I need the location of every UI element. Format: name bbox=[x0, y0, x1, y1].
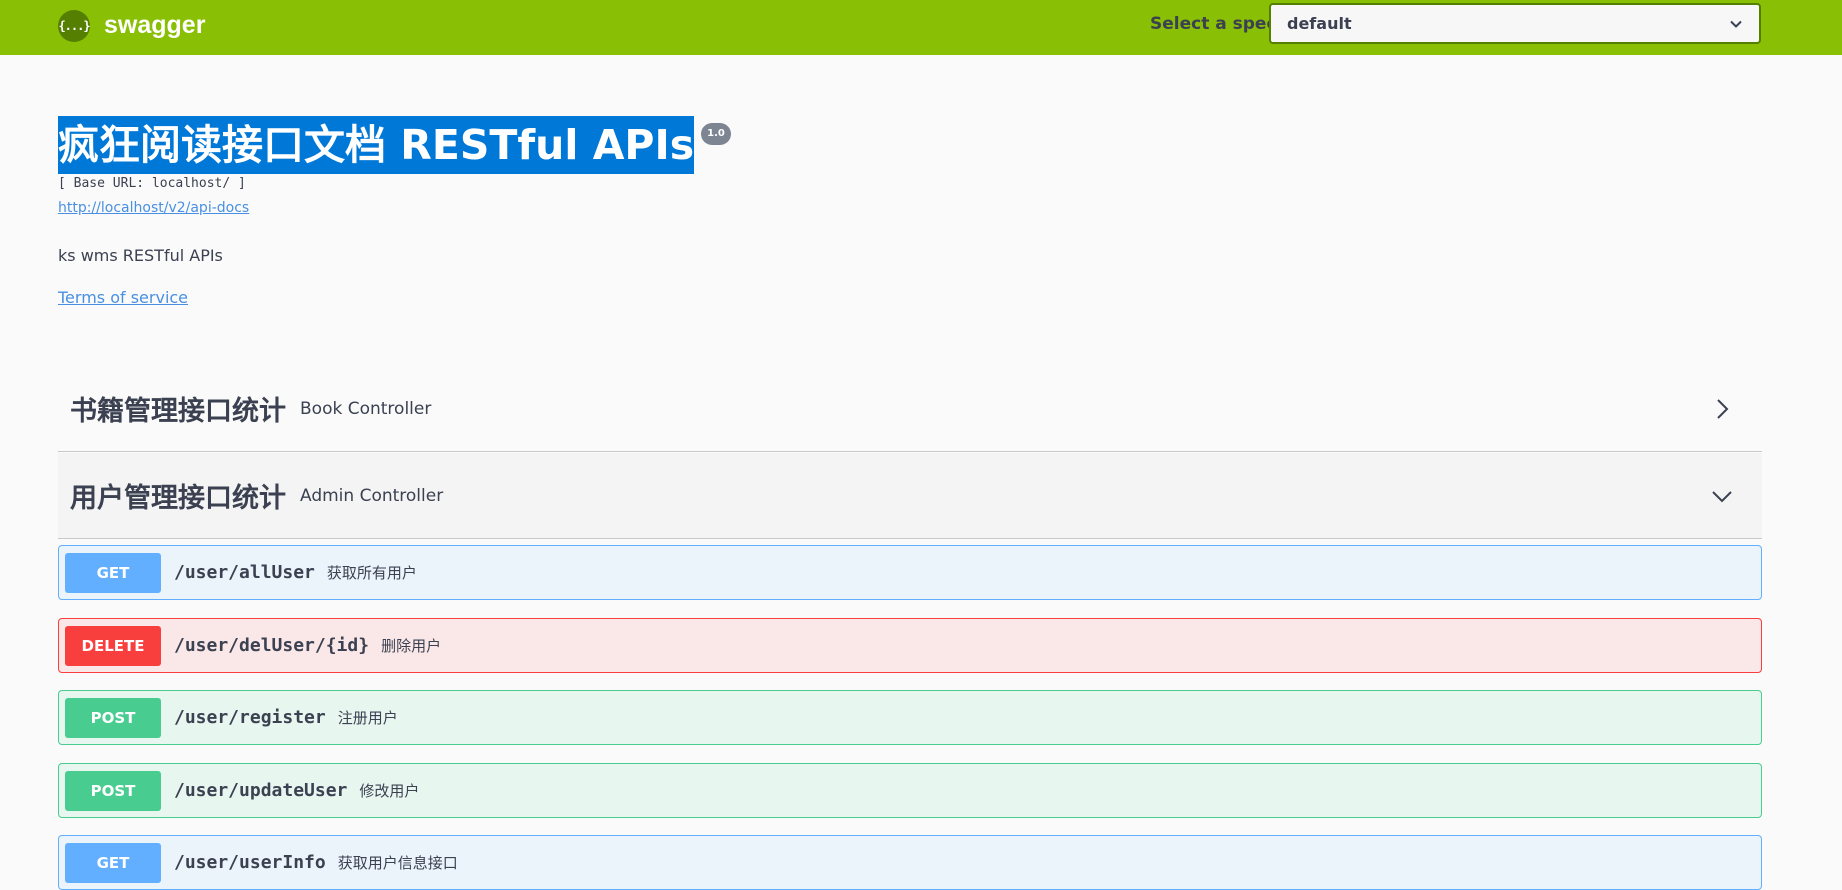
chevron-right-icon[interactable] bbox=[1712, 399, 1732, 419]
chevron-down-icon[interactable] bbox=[1712, 486, 1732, 506]
operation-summary: 修改用户 bbox=[359, 782, 420, 800]
spec-select-value: default bbox=[1287, 14, 1352, 33]
page-title: 疯狂阅读接口文档 RESTful APIs bbox=[58, 116, 695, 174]
operation-path: /user/userInfo bbox=[174, 852, 326, 873]
tag-name: 书籍管理接口统计 bbox=[70, 396, 286, 427]
tag-description: Admin Controller bbox=[300, 485, 444, 506]
operation-path: /user/updateUser bbox=[174, 780, 348, 801]
method-badge-post: POST bbox=[65, 697, 161, 738]
operation-summary: 获取用户信息接口 bbox=[337, 854, 458, 872]
api-description: ks wms RESTful APIs bbox=[58, 246, 223, 265]
select-spec-label: Select a spec bbox=[1150, 14, 1277, 34]
operation-path: /user/register bbox=[174, 707, 326, 728]
operation-post-register[interactable]: POST /user/register 注册用户 bbox=[58, 690, 1762, 745]
base-url: [ Base URL: localhost/ ] bbox=[58, 176, 246, 191]
tag-admin-controller[interactable]: 用户管理接口统计 Admin Controller bbox=[58, 453, 1762, 539]
operation-delete-user[interactable]: DELETE /user/delUser/{id} 删除用户 bbox=[58, 618, 1762, 673]
api-title-block: 疯狂阅读接口文档 RESTful APIs 1.0 bbox=[58, 116, 731, 174]
chevron-down-icon bbox=[1730, 20, 1742, 28]
swagger-logo-text: swagger bbox=[104, 11, 206, 39]
method-badge-delete: DELETE bbox=[65, 625, 161, 666]
swagger-logo[interactable]: {...} swagger bbox=[58, 9, 205, 42]
tag-book-controller[interactable]: 书籍管理接口统计 Book Controller bbox=[58, 366, 1762, 452]
operation-post-update-user[interactable]: POST /user/updateUser 修改用户 bbox=[58, 763, 1762, 818]
operation-summary: 获取所有用户 bbox=[326, 564, 417, 582]
operation-get-user-info[interactable]: GET /user/userInfo 获取用户信息接口 bbox=[58, 835, 1762, 890]
operation-get-all-user[interactable]: GET /user/allUser 获取所有用户 bbox=[58, 545, 1762, 600]
api-docs-link[interactable]: http://localhost/v2/api-docs bbox=[58, 200, 249, 216]
operation-summary: 注册用户 bbox=[337, 709, 398, 727]
spec-select-dropdown[interactable]: default bbox=[1269, 3, 1761, 44]
tag-name: 用户管理接口统计 bbox=[70, 483, 286, 514]
swagger-logo-icon: {...} bbox=[58, 9, 91, 42]
method-badge-get: GET bbox=[65, 842, 161, 883]
operation-summary: 删除用户 bbox=[381, 637, 442, 655]
method-badge-post: POST bbox=[65, 770, 161, 811]
operation-path: /user/allUser bbox=[174, 562, 315, 583]
terms-of-service-link[interactable]: Terms of service bbox=[58, 288, 188, 307]
tag-description: Book Controller bbox=[300, 398, 432, 419]
topbar: {...} swagger Select a spec default bbox=[0, 0, 1842, 55]
version-badge: 1.0 bbox=[701, 123, 731, 145]
operation-path: /user/delUser/{id} bbox=[174, 635, 370, 656]
method-badge-get: GET bbox=[65, 552, 161, 593]
